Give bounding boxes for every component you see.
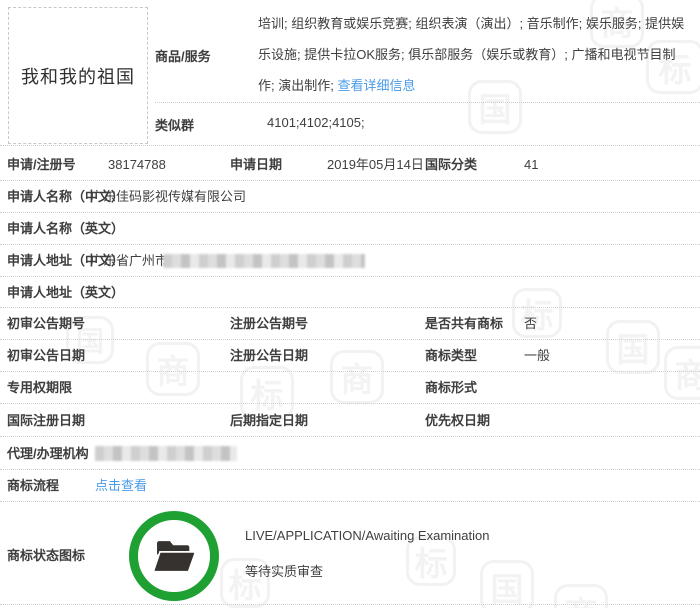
similar-group-value: 4101;4102;4105; — [267, 115, 365, 130]
table-row: 商标流程 点击查看 — [0, 470, 700, 502]
exclusive-period-label: 专用权期限 — [7, 380, 73, 395]
reg-no-label: 申请/注册号 — [7, 157, 76, 172]
table-row: 申请/注册号 38174788 申请日期 2019年05月14日 国际分类 41 — [0, 146, 700, 181]
table-row: 代理/办理机构 — [0, 437, 700, 470]
table-row: 申请人名称（英文） — [0, 213, 700, 245]
tm-type-label: 商标类型 — [425, 348, 478, 363]
later-desig-label: 后期指定日期 — [230, 413, 309, 428]
table-row: 申请人地址（英文） — [0, 277, 700, 308]
reg-ann-no-label: 注册公告期号 — [230, 316, 309, 331]
table-row: 初审公告期号 注册公告期号 是否共有商标 否 — [0, 308, 700, 340]
prelim-no-label: 初审公告期号 — [7, 316, 86, 331]
status-icon-label: 商标状态图标 — [7, 548, 86, 563]
applicant-en-label: 申请人名称（英文） — [7, 221, 125, 236]
view-process-link[interactable]: 点击查看 — [95, 478, 147, 493]
address-en-label: 申请人地址（英文） — [7, 285, 125, 300]
divider — [155, 102, 700, 103]
app-date-label: 申请日期 — [230, 157, 283, 172]
status-ring — [129, 511, 219, 601]
intl-class-label: 国际分类 — [425, 157, 478, 172]
redacted-agency — [95, 446, 237, 461]
goods-services-label: 商品/服务 — [155, 49, 211, 64]
intl-reg-date-label: 国际注册日期 — [7, 413, 86, 428]
table-row: 国际注册日期 后期指定日期 优先权日期 — [0, 404, 700, 437]
status-row: 商标状态图标 LIVE/APPLICATION/Awaiting Examina… — [0, 502, 700, 605]
redacted-address — [163, 254, 365, 268]
prelim-date-label: 初审公告日期 — [7, 348, 86, 363]
table-row: 申请人地址（中文） 广东省广州市 — [0, 245, 700, 277]
applicant-cn-value: 广东佳码影视传媒有限公司 — [90, 189, 247, 204]
open-folder-icon — [152, 541, 196, 573]
address-cn-value: 广东省广州市 — [90, 253, 169, 268]
tm-type-value: 一般 — [524, 348, 551, 363]
table-row: 专用权期限 商标形式 — [0, 372, 700, 404]
reg-no-value: 38174788 — [108, 157, 166, 172]
view-details-link[interactable]: 查看详细信息 — [337, 78, 415, 93]
reg-ann-date-label: 注册公告日期 — [230, 348, 309, 363]
table-row: 申请人名称（中文） 广东佳码影视传媒有限公司 — [0, 181, 700, 213]
intl-class-value: 41 — [524, 157, 539, 172]
priority-date-label: 优先权日期 — [425, 413, 491, 428]
shared-mark-label: 是否共有商标 — [425, 316, 504, 331]
status-text-en: LIVE/APPLICATION/Awaiting Examination — [245, 528, 490, 543]
table-row: 初审公告日期 注册公告日期 商标类型 一般 — [0, 340, 700, 372]
shared-mark-value: 否 — [524, 316, 538, 331]
goods-services-value: 培训; 组织教育或娱乐竞赛; 组织表演（演出）; 音乐制作; 娱乐服务; 提供娱… — [258, 8, 686, 101]
status-text-zh: 等待实质审查 — [245, 564, 324, 579]
trademark-image-box: 我和我的祖国 — [8, 7, 148, 144]
trademark-name: 我和我的祖国 — [21, 66, 135, 88]
goods-services-text: 培训; 组织教育或娱乐竞赛; 组织表演（演出）; 音乐制作; 娱乐服务; 提供娱… — [258, 16, 685, 93]
app-date-value: 2019年05月14日 — [327, 157, 424, 172]
tm-form-label: 商标形式 — [425, 380, 478, 395]
trademark-detail-page: 国 商 标 国 商 标 商 标 国 商 标 国 商 标 我和我的祖国 商品/服务… — [0, 0, 700, 608]
similar-group-label: 类似群 — [155, 118, 195, 133]
process-label: 商标流程 — [7, 478, 60, 493]
agency-label: 代理/办理机构 — [7, 446, 89, 461]
